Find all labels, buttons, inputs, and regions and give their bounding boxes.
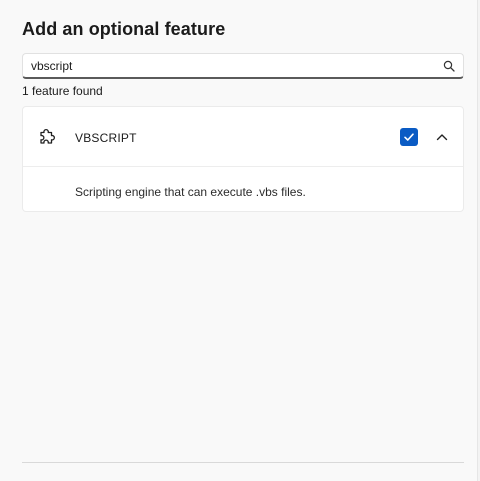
search-icon[interactable] [443,60,455,72]
checkmark-icon [404,133,414,141]
feature-header[interactable]: VBSCRIPT [23,107,463,167]
feature-description: Scripting engine that can execute .vbs f… [75,185,306,199]
dialog-title: Add an optional feature [22,19,226,39]
puzzle-icon [40,129,55,144]
feature-checkbox[interactable] [400,128,418,146]
result-count: 1 feature found [22,84,103,98]
footer-divider [22,462,464,463]
feature-card: VBSCRIPT Scripting engine that can execu… [22,106,464,212]
feature-name: VBSCRIPT [75,131,137,145]
search-input[interactable] [31,58,431,74]
chevron-up-icon[interactable] [435,131,449,143]
search-box[interactable] [22,53,464,79]
add-optional-feature-dialog: Add an optional feature 1 feature found … [0,0,478,481]
